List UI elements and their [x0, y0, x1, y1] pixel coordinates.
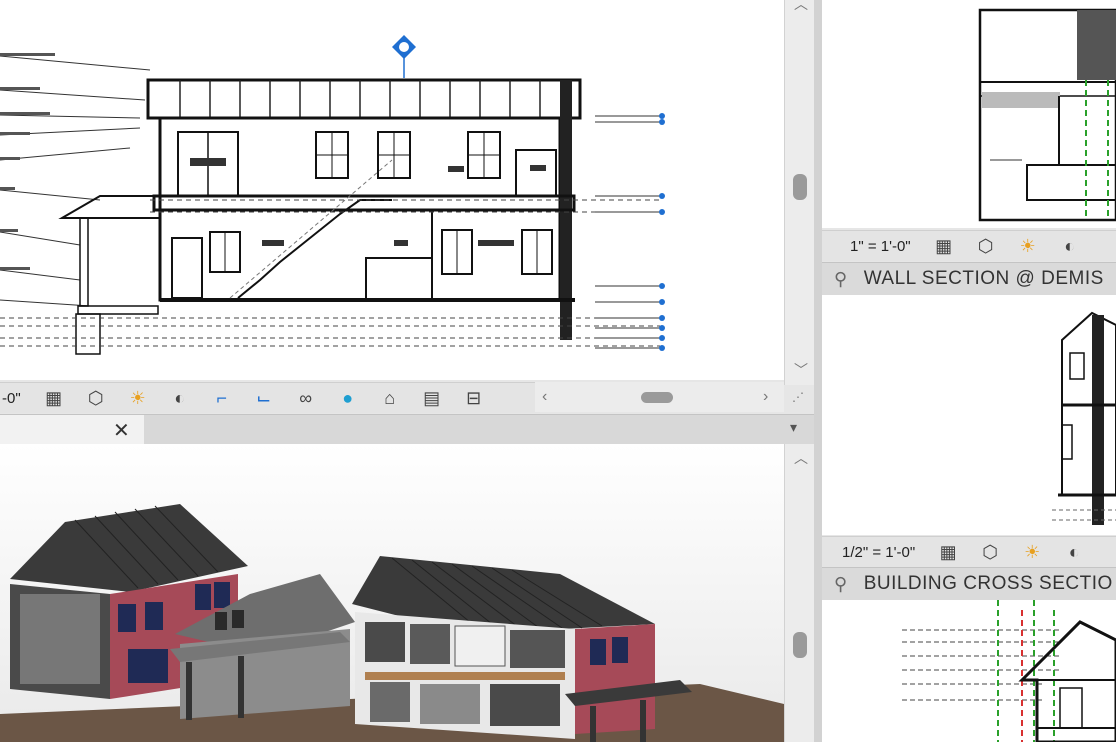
shadows-icon[interactable]: ◐: [1059, 539, 1089, 565]
detail-level-icon[interactable]: ▦: [929, 233, 959, 259]
tab-close-icon[interactable]: ✕: [113, 418, 130, 443]
section-drawing: [0, 35, 665, 355]
view-pin-icon: ⚲: [834, 573, 848, 594]
3d-view-tab-bar: ✕ ▾: [0, 414, 814, 445]
shadows-icon[interactable]: ◐: [165, 385, 195, 411]
wall-demising-drawing: [1052, 311, 1116, 525]
analytical-model-icon[interactable]: ▤: [417, 385, 447, 411]
view-scale-label[interactable]: 1" = 1'-0": [850, 238, 911, 255]
wall-demising-control-bar: 1/2" = 1'-0" ▦ ⬡ ☀ ◐: [822, 536, 1116, 567]
crop-region-visible-icon[interactable]: ⌙: [249, 385, 279, 411]
section-view-horizontal-scrollbar[interactable]: ‹ ›: [535, 382, 784, 412]
shadows-icon[interactable]: ◐: [1055, 233, 1085, 259]
sun-path-icon[interactable]: ☀: [123, 385, 153, 411]
view-title: BUILDING CROSS SECTIO: [863, 573, 1113, 594]
wall-section-drawing: [978, 8, 1116, 222]
section-head-marker: [392, 35, 416, 78]
detail-level-icon[interactable]: ▦: [933, 539, 963, 565]
horizontal-scrollbar-thumb[interactable]: [641, 392, 673, 403]
scroll-up-arrow-icon[interactable]: ︿: [794, 448, 808, 468]
wall-section-control-bar: 1" = 1'-0" ▦ ⬡ ☀ ◐: [822, 230, 1116, 261]
section-view-vertical-scrollbar[interactable]: ︿ ﹀: [784, 0, 815, 385]
scroll-right-arrow-icon[interactable]: ›: [763, 388, 768, 406]
tab-dropdown-icon[interactable]: ▾: [790, 419, 797, 436]
cross-section-drawing: [902, 600, 1116, 742]
visual-style-cube-icon[interactable]: ⬡: [971, 233, 1001, 259]
section-view-control-bar: -0" ▦ ⬡ ☀ ◐ ⌐ ⌙ ∞ ● ⌂ ▤ ⊟: [0, 382, 540, 413]
scrollbar-thumb[interactable]: [793, 174, 807, 200]
resize-grip-icon[interactable]: ⋰: [792, 390, 804, 404]
detail-level-icon[interactable]: ▦: [39, 385, 69, 411]
view-pin-icon: ⚲: [834, 268, 848, 289]
visual-style-cube-icon[interactable]: ⬡: [975, 539, 1005, 565]
scroll-left-arrow-icon[interactable]: ‹: [542, 388, 547, 406]
sun-path-icon[interactable]: ☀: [1013, 233, 1043, 259]
section-view[interactable]: [0, 0, 784, 380]
worksharing-display-icon[interactable]: ⌂: [375, 385, 405, 411]
scrollbar-thumb[interactable]: [793, 632, 807, 658]
cross-section-view-header[interactable]: ⚲ BUILDING CROSS SECTIO: [822, 567, 1116, 601]
scroll-down-arrow-icon[interactable]: ﹀: [794, 360, 808, 380]
visual-style-cube-icon[interactable]: ⬡: [81, 385, 111, 411]
view-scale-label[interactable]: -0": [2, 390, 21, 407]
3d-model-render: [0, 444, 784, 742]
grid-marker-lines: [997, 600, 1055, 742]
scroll-up-arrow-icon[interactable]: ︿: [794, 0, 808, 14]
wall-section-view[interactable]: [822, 0, 1116, 228]
view-scale-label[interactable]: 1/2" = 1'-0": [842, 544, 915, 561]
view-title: WALL SECTION @ DEMIS: [863, 268, 1104, 289]
temporary-hide-icon[interactable]: ∞: [291, 385, 321, 411]
wall-demising-view-header[interactable]: ⚲ WALL SECTION @ DEMIS: [822, 262, 1116, 296]
3d-view-tab[interactable]: ✕: [0, 415, 144, 445]
wall-demising-view[interactable]: [822, 295, 1116, 535]
level-markers: [595, 113, 665, 351]
cross-section-view[interactable]: [822, 600, 1116, 742]
sun-path-icon[interactable]: ☀: [1017, 539, 1047, 565]
3d-view[interactable]: [0, 444, 784, 742]
3d-view-vertical-scrollbar[interactable]: ︿: [784, 444, 815, 742]
vertical-splitter[interactable]: [814, 0, 822, 742]
crop-view-icon[interactable]: ⌐: [207, 385, 237, 411]
highlight-displacement-icon[interactable]: ⊟: [459, 385, 489, 411]
reveal-hidden-icon[interactable]: ●: [333, 385, 363, 411]
